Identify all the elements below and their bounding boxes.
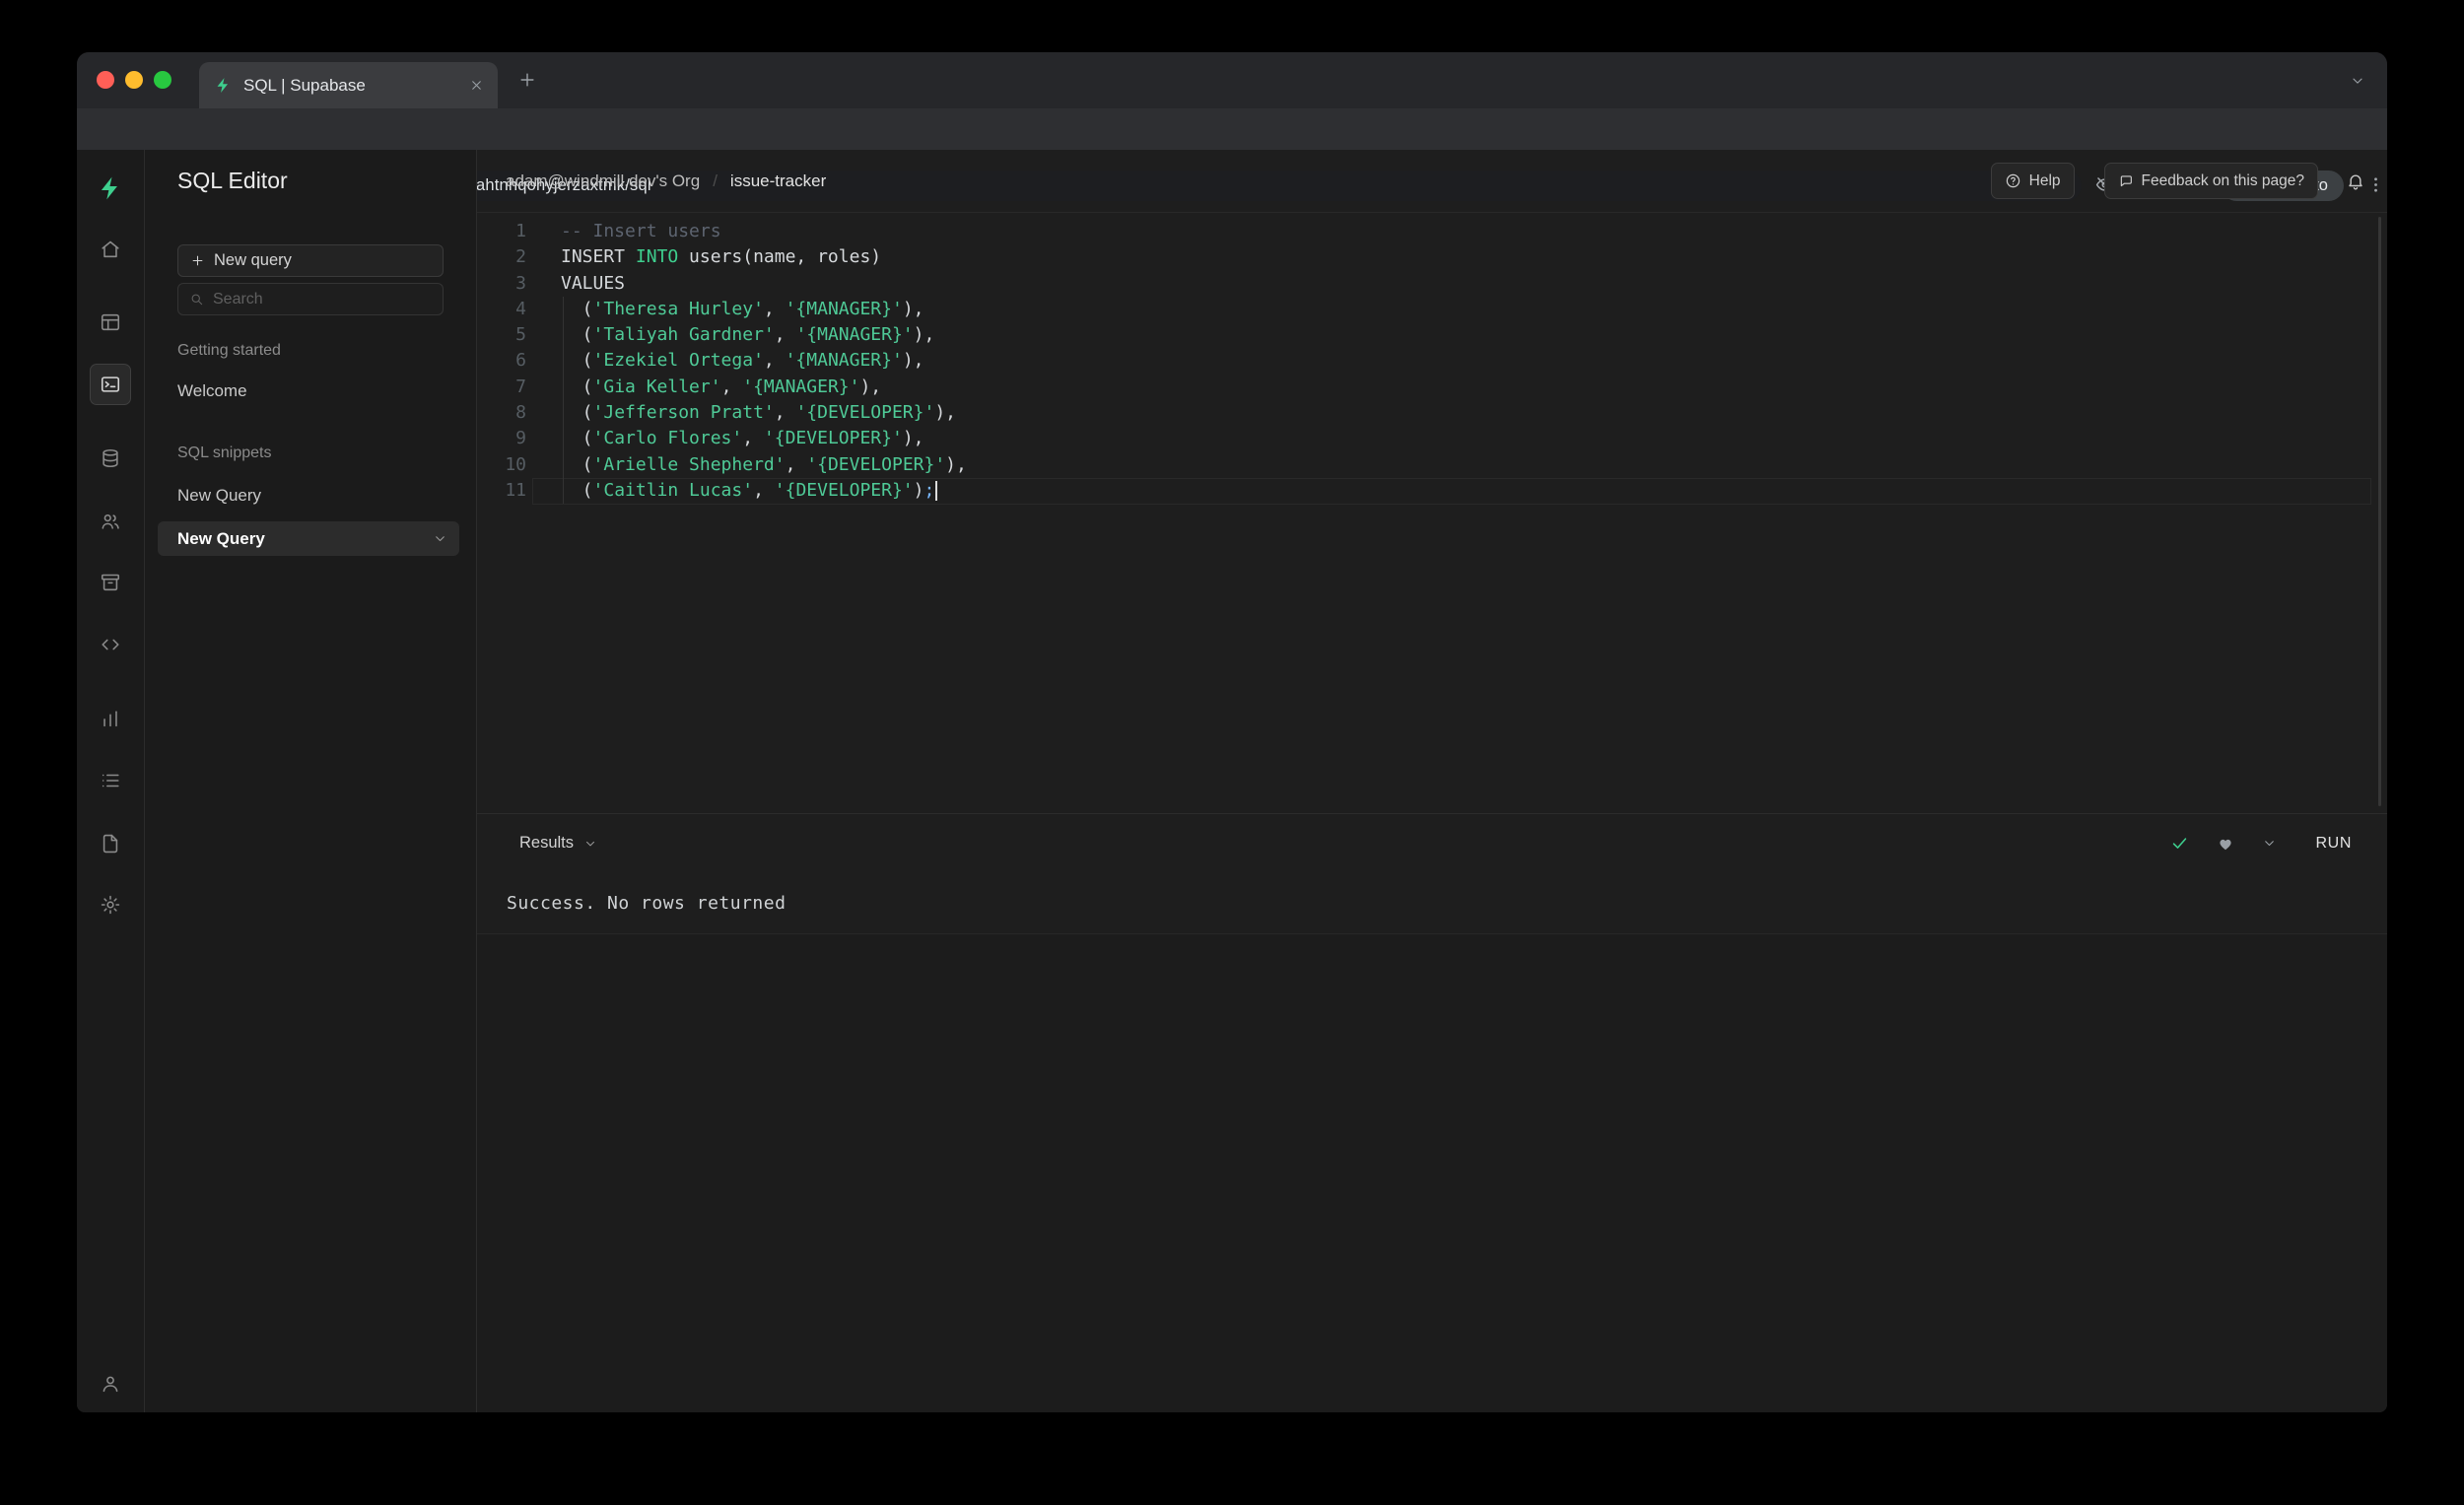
tab-search-chevron-icon[interactable]: [2350, 73, 2365, 89]
sidebar-item-label: New Query: [177, 486, 262, 505]
section-label-getting-started: Getting started: [177, 342, 281, 359]
sidebar-item-new-query-selected[interactable]: New Query: [158, 521, 459, 556]
browser-tab[interactable]: SQL | Supabase: [199, 62, 498, 108]
results-dropdown-label[interactable]: Results: [519, 834, 574, 853]
fullscreen-window-button[interactable]: [154, 71, 171, 89]
line-number: 11: [505, 479, 526, 501]
account-profile-icon[interactable]: [100, 1373, 121, 1395]
search-input[interactable]: [213, 290, 410, 308]
tab-close-icon[interactable]: [469, 78, 484, 93]
run-options-chevron-icon[interactable]: [2262, 836, 2277, 851]
line-number: 2: [515, 246, 526, 268]
chevron-down-icon[interactable]: [433, 531, 447, 546]
nav-storage-icon[interactable]: [100, 572, 121, 593]
search-box[interactable]: [177, 283, 444, 315]
code-line[interactable]: 4 ('Theresa Hurley', '{MANAGER}'),: [477, 297, 2373, 322]
run-button[interactable]: RUN: [2316, 835, 2352, 853]
new-query-button-label: New query: [214, 251, 292, 269]
success-check-icon: [2170, 834, 2189, 853]
code-line[interactable]: 1 -- Insert users: [477, 219, 2373, 244]
code-line[interactable]: 5 ('Taliyah Gardner', '{MANAGER}'),: [477, 322, 2373, 348]
results-output: Success. No rows returned: [477, 872, 2387, 933]
results-toolbar: Results RUN: [477, 813, 2387, 872]
code-line[interactable]: 8 ('Jefferson Pratt', '{DEVELOPER}'),: [477, 400, 2373, 426]
nav-sql-editor-selected[interactable]: [90, 364, 131, 405]
tab-strip: SQL | Supabase: [77, 52, 2387, 108]
code-line[interactable]: 6 ('Ezekiel Ortega', '{MANAGER}'),: [477, 348, 2373, 374]
sidebar-item-label: New Query: [177, 528, 265, 548]
sidebar-item-new-query[interactable]: New Query: [158, 479, 459, 513]
line-number: 4: [515, 298, 526, 319]
minimize-window-button[interactable]: [125, 71, 143, 89]
browser-toolbar: app.supabase.com/project/azahtnhqohyjerz…: [77, 108, 2387, 201]
chat-bubble-icon: [2118, 173, 2134, 189]
results-message: Success. No rows returned: [507, 892, 787, 914]
favorite-heart-icon[interactable]: [2217, 835, 2234, 853]
nav-auth-users-icon[interactable]: [100, 511, 121, 532]
line-number: 8: [515, 402, 526, 424]
line-number: 6: [515, 350, 526, 372]
help-button-label: Help: [2028, 171, 2061, 189]
editor-lines: 1 -- Insert users 2 INSERT INTO users(name,…: [477, 219, 2373, 504]
breadcrumb-separator: /: [713, 171, 718, 190]
results-empty-area: [477, 933, 2387, 1412]
line-number: 1: [515, 221, 526, 241]
sidebar-item-label: Welcome: [177, 381, 247, 400]
nav-table-editor-icon[interactable]: [100, 311, 121, 333]
nav-database-icon[interactable]: [100, 447, 121, 469]
line-number: 10: [505, 453, 526, 475]
nav-logs-icon[interactable]: [100, 770, 121, 791]
new-tab-button[interactable]: [517, 70, 537, 90]
close-window-button[interactable]: [97, 71, 114, 89]
feedback-button[interactable]: Feedback on this page?: [2103, 163, 2318, 199]
feedback-button-label: Feedback on this page?: [2141, 171, 2304, 189]
main-header: adam@windmill.dev's Org / issue-tracker …: [477, 150, 2387, 213]
line-number: 3: [515, 272, 526, 294]
help-button[interactable]: Help: [1990, 163, 2075, 199]
sidebar-item-welcome[interactable]: Welcome: [158, 375, 459, 408]
new-query-button[interactable]: New query: [177, 244, 444, 277]
nav-rail: [77, 150, 145, 1412]
tab-title: SQL | Supabase: [243, 75, 366, 95]
breadcrumb-org[interactable]: adam@windmill.dev's Org: [506, 171, 700, 191]
results-chevron-icon[interactable]: [583, 837, 597, 851]
page-title: SQL Editor: [177, 168, 288, 193]
supabase-logo-icon[interactable]: [98, 175, 123, 201]
plus-icon: [190, 253, 205, 268]
code-line[interactable]: 2 INSERT INTO users(name, roles): [477, 244, 2373, 270]
code-line[interactable]: 11 ('Caitlin Lucas', '{DEVELOPER}');: [477, 478, 2373, 504]
section-label-sql-snippets: SQL snippets: [177, 445, 272, 461]
nav-reports-icon[interactable]: [100, 708, 121, 729]
supabase-favicon-icon: [215, 77, 232, 94]
sql-code-editor[interactable]: 1 -- Insert users 2 INSERT INTO users(name,…: [477, 213, 2387, 813]
code-line[interactable]: 7 ('Gia Keller', '{MANAGER}'),: [477, 375, 2373, 400]
search-icon: [189, 292, 204, 307]
line-number: 9: [515, 428, 526, 449]
sql-editor-sidebar: SQL Editor New query Getting started Wel…: [145, 150, 477, 1412]
code-line[interactable]: 10 ('Arielle Shepherd', '{DEVELOPER}'),: [477, 452, 2373, 478]
line-number: 7: [515, 376, 526, 397]
notifications-bell-icon[interactable]: [2346, 171, 2365, 191]
line-number: 5: [515, 324, 526, 346]
nav-home-icon[interactable]: [100, 239, 121, 260]
breadcrumb-project[interactable]: issue-tracker: [730, 171, 826, 191]
question-circle-icon: [2005, 172, 2021, 189]
nav-api-code-icon[interactable]: [100, 634, 121, 655]
code-line[interactable]: 3 VALUES: [477, 271, 2373, 297]
nav-settings-gear-icon[interactable]: [100, 894, 121, 916]
editor-scrollbar[interactable]: [2378, 217, 2381, 806]
nav-docs-icon[interactable]: [100, 833, 121, 855]
browser-window: SQL | Supabase app.supabase.com/project/…: [77, 52, 2387, 1412]
text-cursor: [935, 480, 938, 501]
terminal-icon: [100, 374, 121, 395]
code-line[interactable]: 9 ('Carlo Flores', '{DEVELOPER}'),: [477, 426, 2373, 451]
